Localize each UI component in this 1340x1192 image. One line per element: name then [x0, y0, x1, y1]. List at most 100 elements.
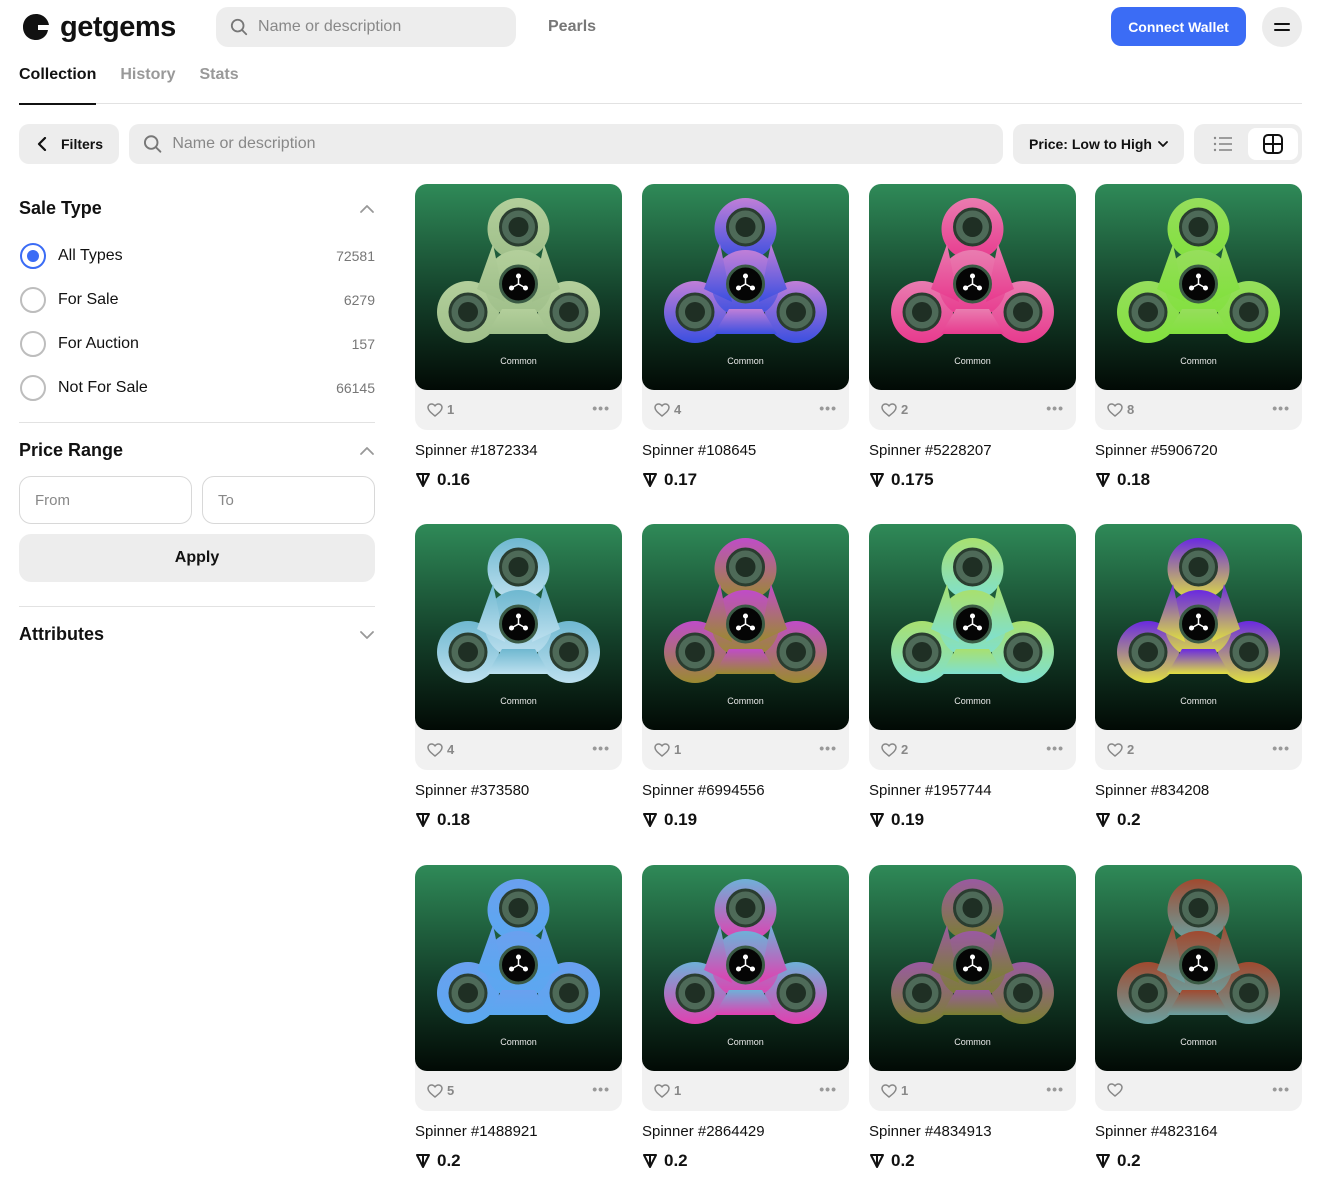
nft-name[interactable]: Spinner #834208 [1095, 782, 1209, 799]
radio-button[interactable] [20, 331, 46, 357]
nft-image[interactable]: Common [869, 865, 1076, 1071]
nft-price: 0.19 [869, 810, 924, 830]
nft-card[interactable]: Common 1 ••• Spinner #2864429 0.2 [642, 865, 849, 1185]
sort-dropdown[interactable]: Price: Low to High [1013, 124, 1184, 164]
top-search-input[interactable] [258, 18, 516, 36]
like-button[interactable]: 4 [654, 402, 681, 417]
nft-card[interactable]: Common 1 ••• Spinner #6994556 0.19 [642, 524, 849, 844]
nft-card[interactable]: Common 2 ••• Spinner #5228207 0.175 [869, 184, 1076, 504]
more-options-icon[interactable]: ••• [592, 400, 610, 416]
nft-card[interactable]: Common 4 ••• Spinner #373580 0.18 [415, 524, 622, 844]
grid-view-button[interactable] [1248, 128, 1298, 160]
price-from-input[interactable] [19, 476, 192, 524]
search-icon [230, 18, 248, 36]
nft-image[interactable]: Common [869, 524, 1076, 730]
nft-card[interactable]: Common 1 ••• Spinner #4834913 0.2 [869, 865, 1076, 1185]
nft-image[interactable]: Common [642, 184, 849, 390]
nft-image[interactable]: Common [869, 184, 1076, 390]
list-view-button[interactable] [1198, 128, 1248, 160]
sale-type-header[interactable]: Sale Type [19, 198, 375, 219]
attributes-header[interactable]: Attributes [19, 624, 375, 645]
nft-card-footer: Common [415, 184, 622, 430]
more-options-icon[interactable]: ••• [1272, 400, 1290, 416]
like-button[interactable]: 1 [654, 1083, 681, 1098]
more-options-icon[interactable]: ••• [1272, 740, 1290, 756]
like-button[interactable]: 8 [1107, 402, 1134, 417]
like-button[interactable]: 2 [1107, 742, 1134, 757]
sale-type-option-not-for-sale[interactable]: Not For Sale 66145 [19, 374, 375, 402]
ton-icon [643, 473, 657, 487]
more-options-icon[interactable]: ••• [819, 740, 837, 756]
more-options-icon[interactable]: ••• [819, 400, 837, 416]
more-options-icon[interactable]: ••• [592, 740, 610, 756]
grid-search-bar[interactable] [129, 124, 1003, 164]
top-search-bar[interactable] [216, 7, 516, 47]
nft-name[interactable]: Spinner #1488921 [415, 1123, 538, 1140]
filters-button[interactable]: Filters [19, 124, 119, 164]
like-button[interactable] [1107, 1083, 1127, 1097]
nft-card[interactable]: Common 2 ••• Spinner #834208 0.2 [1095, 524, 1302, 844]
grid-search-input[interactable] [172, 135, 1003, 153]
nft-name[interactable]: Spinner #1872334 [415, 442, 538, 459]
nft-image[interactable]: Common [1095, 524, 1302, 730]
nft-image[interactable]: Common [1095, 184, 1302, 390]
more-options-icon[interactable]: ••• [1046, 740, 1064, 756]
more-options-icon[interactable]: ••• [1046, 400, 1064, 416]
tab-collection[interactable]: Collection [19, 58, 97, 105]
tab-stats[interactable]: Stats [199, 58, 238, 104]
more-options-icon[interactable]: ••• [819, 1081, 837, 1097]
nft-card[interactable]: Common 5 ••• Spinner #1488921 0.2 [415, 865, 622, 1185]
tab-history[interactable]: History [120, 58, 175, 104]
price-range-header[interactable]: Price Range [19, 440, 375, 461]
price-to-input[interactable] [202, 476, 375, 524]
logo[interactable]: getgems [20, 10, 176, 44]
nft-name[interactable]: Spinner #2864429 [642, 1123, 765, 1140]
like-button[interactable]: 2 [881, 742, 908, 757]
list-icon [1213, 136, 1232, 152]
nft-image[interactable]: Common [642, 865, 849, 1071]
like-button[interactable]: 4 [427, 742, 454, 757]
radio-button[interactable] [20, 375, 46, 401]
sale-type-option-all[interactable]: All Types 72581 [19, 242, 375, 270]
sale-type-option-for-sale[interactable]: For Sale 6279 [19, 286, 375, 314]
nft-card[interactable]: Common 4 ••• Spinner #108645 0.17 [642, 184, 849, 504]
nft-card-footer: Common [642, 184, 849, 430]
like-button[interactable]: 5 [427, 1083, 454, 1098]
nav-link-pearls[interactable]: Pearls [548, 18, 596, 36]
sale-type-option-for-auction[interactable]: For Auction 157 [19, 330, 375, 358]
radio-button[interactable] [20, 287, 46, 313]
like-button[interactable]: 1 [654, 742, 681, 757]
like-count: 4 [674, 402, 682, 417]
price-value: 0.2 [1117, 1151, 1141, 1170]
like-button[interactable]: 2 [881, 402, 908, 417]
like-button[interactable]: 1 [881, 1083, 908, 1098]
nft-image[interactable]: Common [1095, 865, 1302, 1071]
nft-name[interactable]: Spinner #4823164 [1095, 1123, 1218, 1140]
nft-name[interactable]: Spinner #1957744 [869, 782, 992, 799]
nft-card[interactable]: Common 2 ••• Spinner #1957744 0.19 [869, 524, 1076, 844]
nft-image[interactable]: Common [642, 524, 849, 730]
connect-wallet-button[interactable]: Connect Wallet [1111, 7, 1246, 46]
nft-card[interactable]: Common 1 ••• Spinner #1872334 0.16 [415, 184, 622, 504]
spinner-image: Common [415, 865, 622, 1071]
like-button[interactable]: 1 [427, 402, 454, 417]
more-options-icon[interactable]: ••• [592, 1081, 610, 1097]
more-options-icon[interactable]: ••• [1046, 1081, 1064, 1097]
search-icon [143, 135, 162, 153]
nft-card[interactable]: Common 8 ••• Spinner #5906720 0.18 [1095, 184, 1302, 504]
more-options-icon[interactable]: ••• [1272, 1081, 1290, 1097]
nft-image[interactable]: Common [415, 524, 622, 730]
nft-name[interactable]: Spinner #108645 [642, 442, 756, 459]
nft-name[interactable]: Spinner #4834913 [869, 1123, 992, 1140]
apply-button[interactable]: Apply [19, 534, 375, 582]
nft-name[interactable]: Spinner #373580 [415, 782, 529, 799]
nft-image[interactable]: Common [415, 865, 622, 1071]
nft-name[interactable]: Spinner #6994556 [642, 782, 765, 799]
menu-button[interactable] [1262, 7, 1302, 47]
nft-name[interactable]: Spinner #5228207 [869, 442, 992, 459]
nft-name[interactable]: Spinner #5906720 [1095, 442, 1218, 459]
nft-image[interactable]: Common [415, 184, 622, 390]
radio-button[interactable] [20, 243, 46, 269]
nft-card[interactable]: Common ••• Spinner #4823164 0.2 [1095, 865, 1302, 1185]
heart-icon [1107, 742, 1123, 757]
